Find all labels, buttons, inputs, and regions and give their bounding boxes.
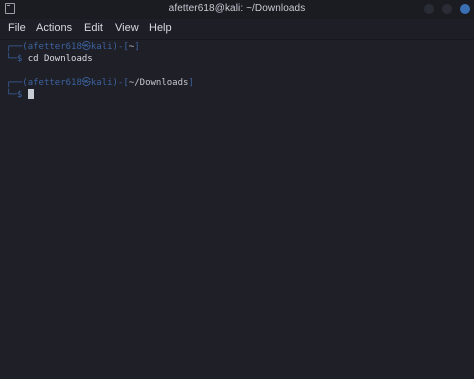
prompt-bracket-close: ]	[134, 42, 140, 52]
command-line-2: └─$	[6, 89, 34, 101]
minimize-icon[interactable]	[424, 4, 434, 14]
prompt-symbol: └─$	[6, 54, 28, 64]
text-cursor	[27, 89, 34, 99]
menu-bar: File Actions Edit View Help	[0, 19, 474, 40]
menu-help[interactable]: Help	[149, 22, 172, 34]
menu-file[interactable]: File	[8, 22, 26, 34]
prompt-bracket-mid: )-[	[112, 42, 129, 52]
maximize-icon[interactable]	[442, 4, 452, 14]
command-argument: Downloads	[38, 54, 93, 64]
prompt-bracket-mid: )-[	[112, 78, 129, 88]
prompt-path: ~/Downloads	[128, 78, 189, 88]
prompt-bracket-open: ┌──(	[6, 42, 28, 52]
prompt-user-host: afetter618㉿kali	[27, 42, 113, 52]
terminal-output[interactable]: ┌──(afetter618㉿kali)-[~] └─$ cd Download…	[0, 40, 474, 379]
window-title: afetter618@kali: ~/Downloads	[168, 3, 306, 14]
menu-actions[interactable]: Actions	[36, 22, 72, 34]
prompt-bracket-open: ┌──(	[6, 78, 28, 88]
terminal-window: afetter618@kali: ~/Downloads File Action…	[0, 0, 474, 379]
prompt-header-2: ┌──(afetter618㉿kali)-[~/Downloads]	[6, 77, 194, 89]
command-text: cd	[27, 54, 39, 64]
menu-edit[interactable]: Edit	[84, 22, 103, 34]
title-bar[interactable]: afetter618@kali: ~/Downloads	[0, 0, 474, 19]
close-icon[interactable]	[460, 4, 470, 14]
menu-view[interactable]: View	[115, 22, 139, 34]
command-line-1: └─$ cd Downloads	[6, 53, 93, 65]
prompt-symbol: └─$	[6, 90, 28, 100]
prompt-header-1: ┌──(afetter618㉿kali)-[~]	[6, 41, 140, 53]
prompt-user-host: afetter618㉿kali	[27, 78, 113, 88]
prompt-bracket-close: ]	[188, 78, 194, 88]
